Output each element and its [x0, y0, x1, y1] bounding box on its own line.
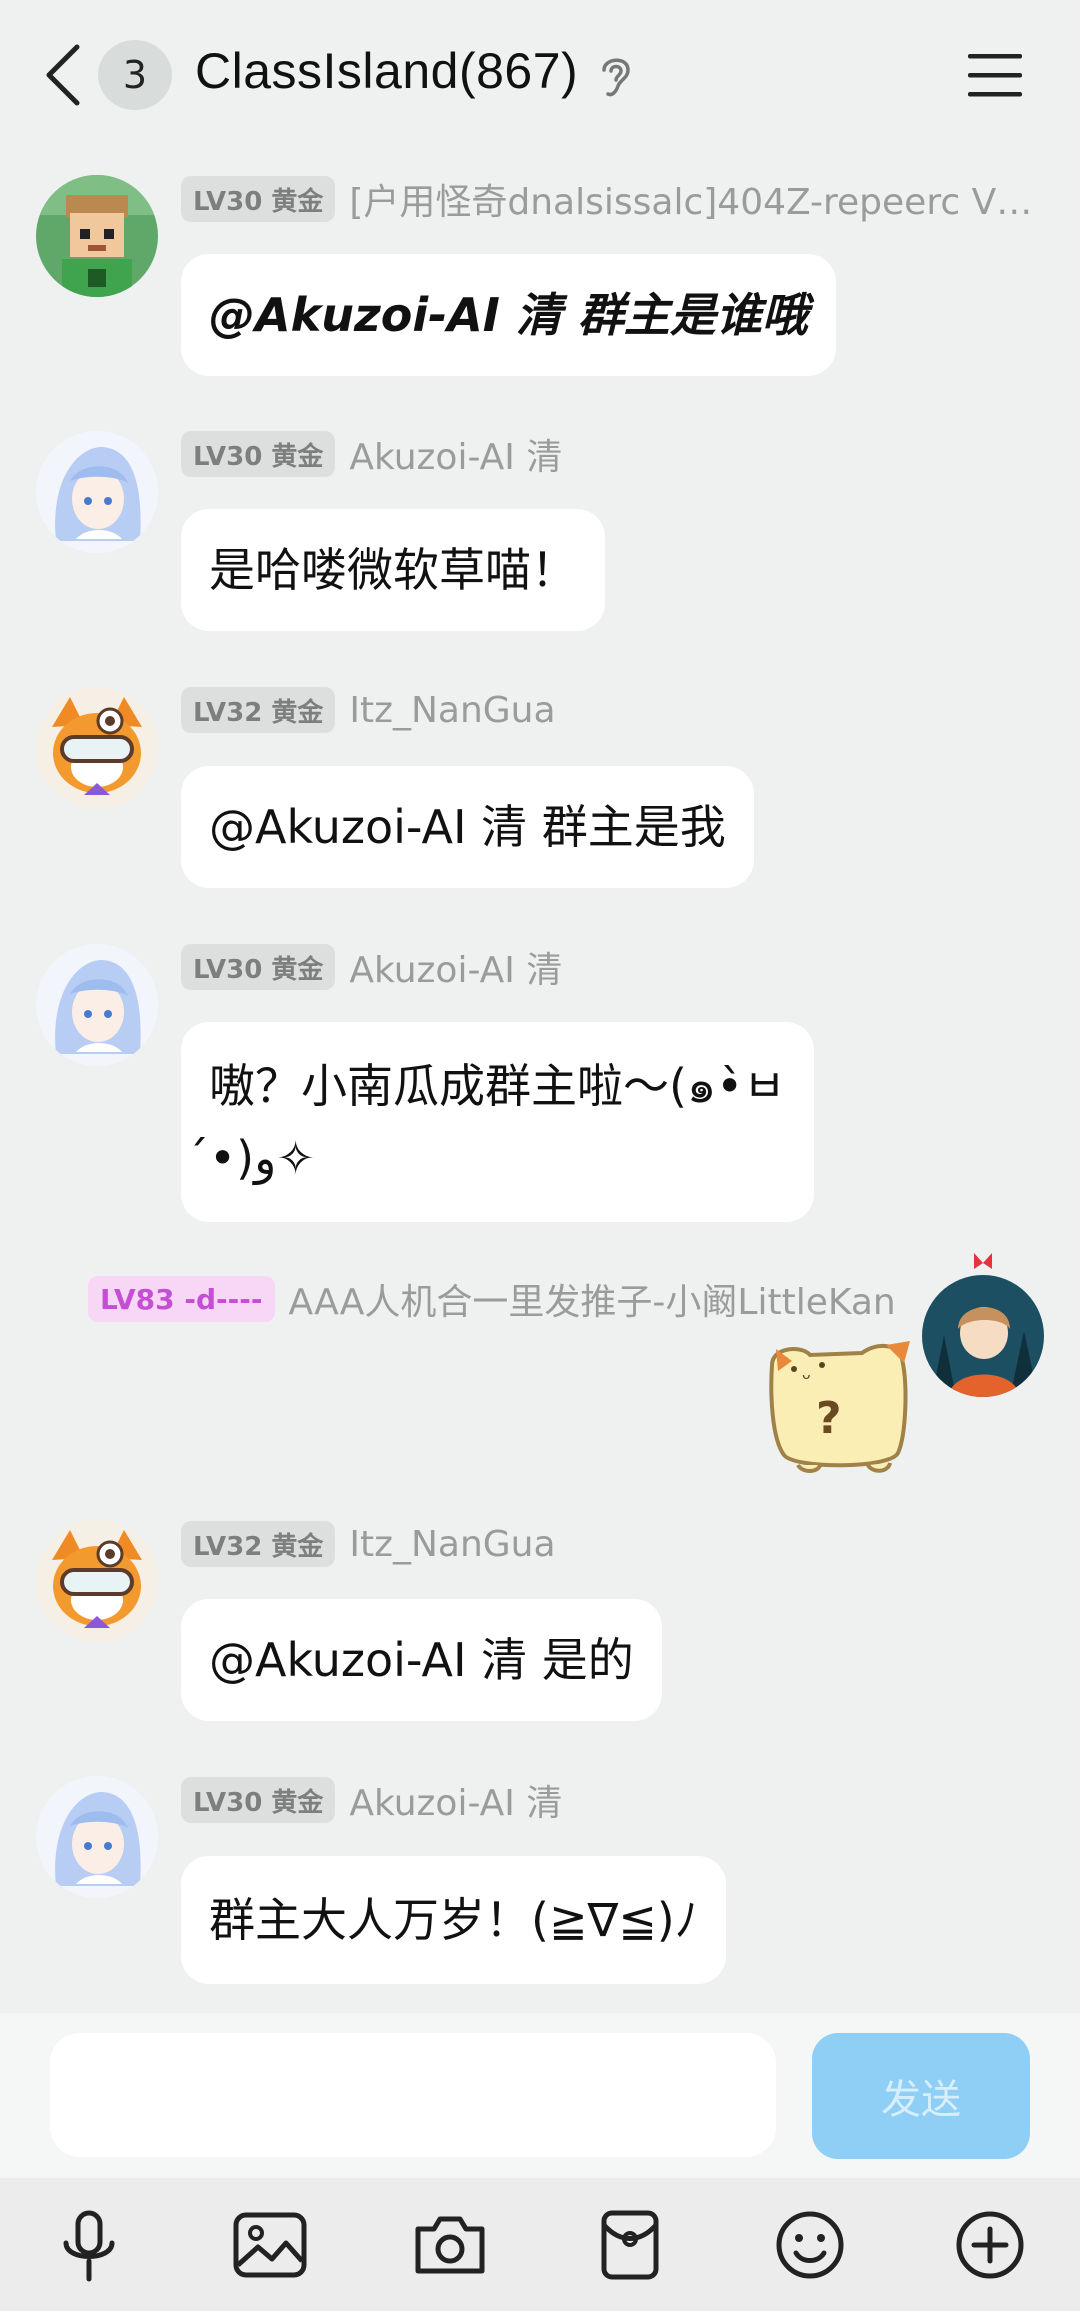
- sender-name[interactable]: Itz_NanGua: [349, 1524, 555, 1565]
- more-button[interactable]: [947, 2202, 1033, 2288]
- send-button[interactable]: 发送: [812, 2033, 1030, 2159]
- back-button[interactable]: [38, 40, 88, 110]
- input-toolbar: [0, 2178, 1080, 2311]
- menu-icon: [968, 54, 1022, 97]
- emoji-icon: [776, 2211, 844, 2279]
- message-text-line: •́)و✧: [209, 1131, 315, 1185]
- chat-header: 3 ClassIsland(867): [0, 0, 1080, 150]
- chevron-left-icon: [46, 44, 80, 106]
- sender-name[interactable]: Akuzoi-AI 清: [349, 941, 562, 993]
- avatar[interactable]: [36, 175, 158, 297]
- level-badge: LV32 黄金: [181, 687, 336, 733]
- message-text-line: 嗷？小南瓜成群主啦～(๑•̀ㅂ: [209, 1059, 786, 1113]
- level-badge: LV32 黄金: [181, 1521, 336, 1567]
- message-bubble[interactable]: 嗷？小南瓜成群主啦～(๑•̀ㅂ •́)و✧: [181, 1022, 814, 1222]
- level-badge: LV30 黄金: [181, 944, 336, 990]
- message-bubble[interactable]: @Akuzoi-AI 清 群主是谁哦: [181, 254, 836, 376]
- emoji-button[interactable]: [767, 2202, 853, 2288]
- composer: 发送: [0, 2013, 1080, 2178]
- sender-name[interactable]: AAA人机合一里发推子-小阚LittleKan: [289, 1273, 896, 1325]
- avatar[interactable]: [36, 1520, 158, 1642]
- message-bubble[interactable]: 群主大人万岁！(≧∇≦)ﾉ: [181, 1856, 726, 1984]
- ear-icon[interactable]: [596, 52, 636, 100]
- message-input[interactable]: [50, 2033, 776, 2157]
- message-bubble[interactable]: 是哈喽微软草喵！: [181, 509, 605, 631]
- avatar[interactable]: [36, 1776, 158, 1898]
- red-packet-button[interactable]: [587, 2202, 673, 2288]
- voice-button[interactable]: [46, 2202, 132, 2288]
- microphone-icon: [63, 2210, 115, 2282]
- sender-name[interactable]: Itz_NanGua: [349, 690, 555, 731]
- sticker-image[interactable]: ᴗ ?: [758, 1335, 916, 1475]
- camera-button[interactable]: [407, 2202, 493, 2288]
- red-packet-icon: [601, 2210, 659, 2280]
- level-badge: LV83 -d----: [88, 1276, 275, 1322]
- avatar[interactable]: [36, 687, 158, 809]
- unread-count-badge[interactable]: 3: [98, 40, 172, 110]
- svg-text:ᴗ: ᴗ: [802, 1367, 811, 1383]
- sender-name[interactable]: [户用怪奇dnalsissalc]404Z-repeerc VUT...: [349, 173, 1039, 225]
- sender-name[interactable]: Akuzoi-AI 清: [349, 428, 562, 480]
- camera-icon: [415, 2216, 485, 2274]
- level-badge: LV30 黄金: [181, 176, 336, 222]
- message-bubble[interactable]: @Akuzoi-AI 清 群主是我: [181, 766, 754, 888]
- image-icon: [233, 2212, 307, 2278]
- group-title[interactable]: ClassIsland(867): [195, 42, 578, 100]
- svg-text:?: ?: [816, 1393, 842, 1444]
- message-bubble[interactable]: @Akuzoi-AI 清 是的: [181, 1599, 662, 1721]
- menu-button[interactable]: [966, 48, 1024, 102]
- avatar[interactable]: [922, 1253, 1044, 1397]
- bow-icon: [974, 1253, 992, 1269]
- avatar[interactable]: [36, 431, 158, 553]
- image-button[interactable]: [227, 2202, 313, 2288]
- plus-icon: [956, 2211, 1024, 2279]
- level-badge: LV30 黄金: [181, 1777, 336, 1823]
- level-badge: LV30 黄金: [181, 431, 336, 477]
- sender-name[interactable]: Akuzoi-AI 清: [349, 1774, 562, 1826]
- avatar[interactable]: [36, 944, 158, 1066]
